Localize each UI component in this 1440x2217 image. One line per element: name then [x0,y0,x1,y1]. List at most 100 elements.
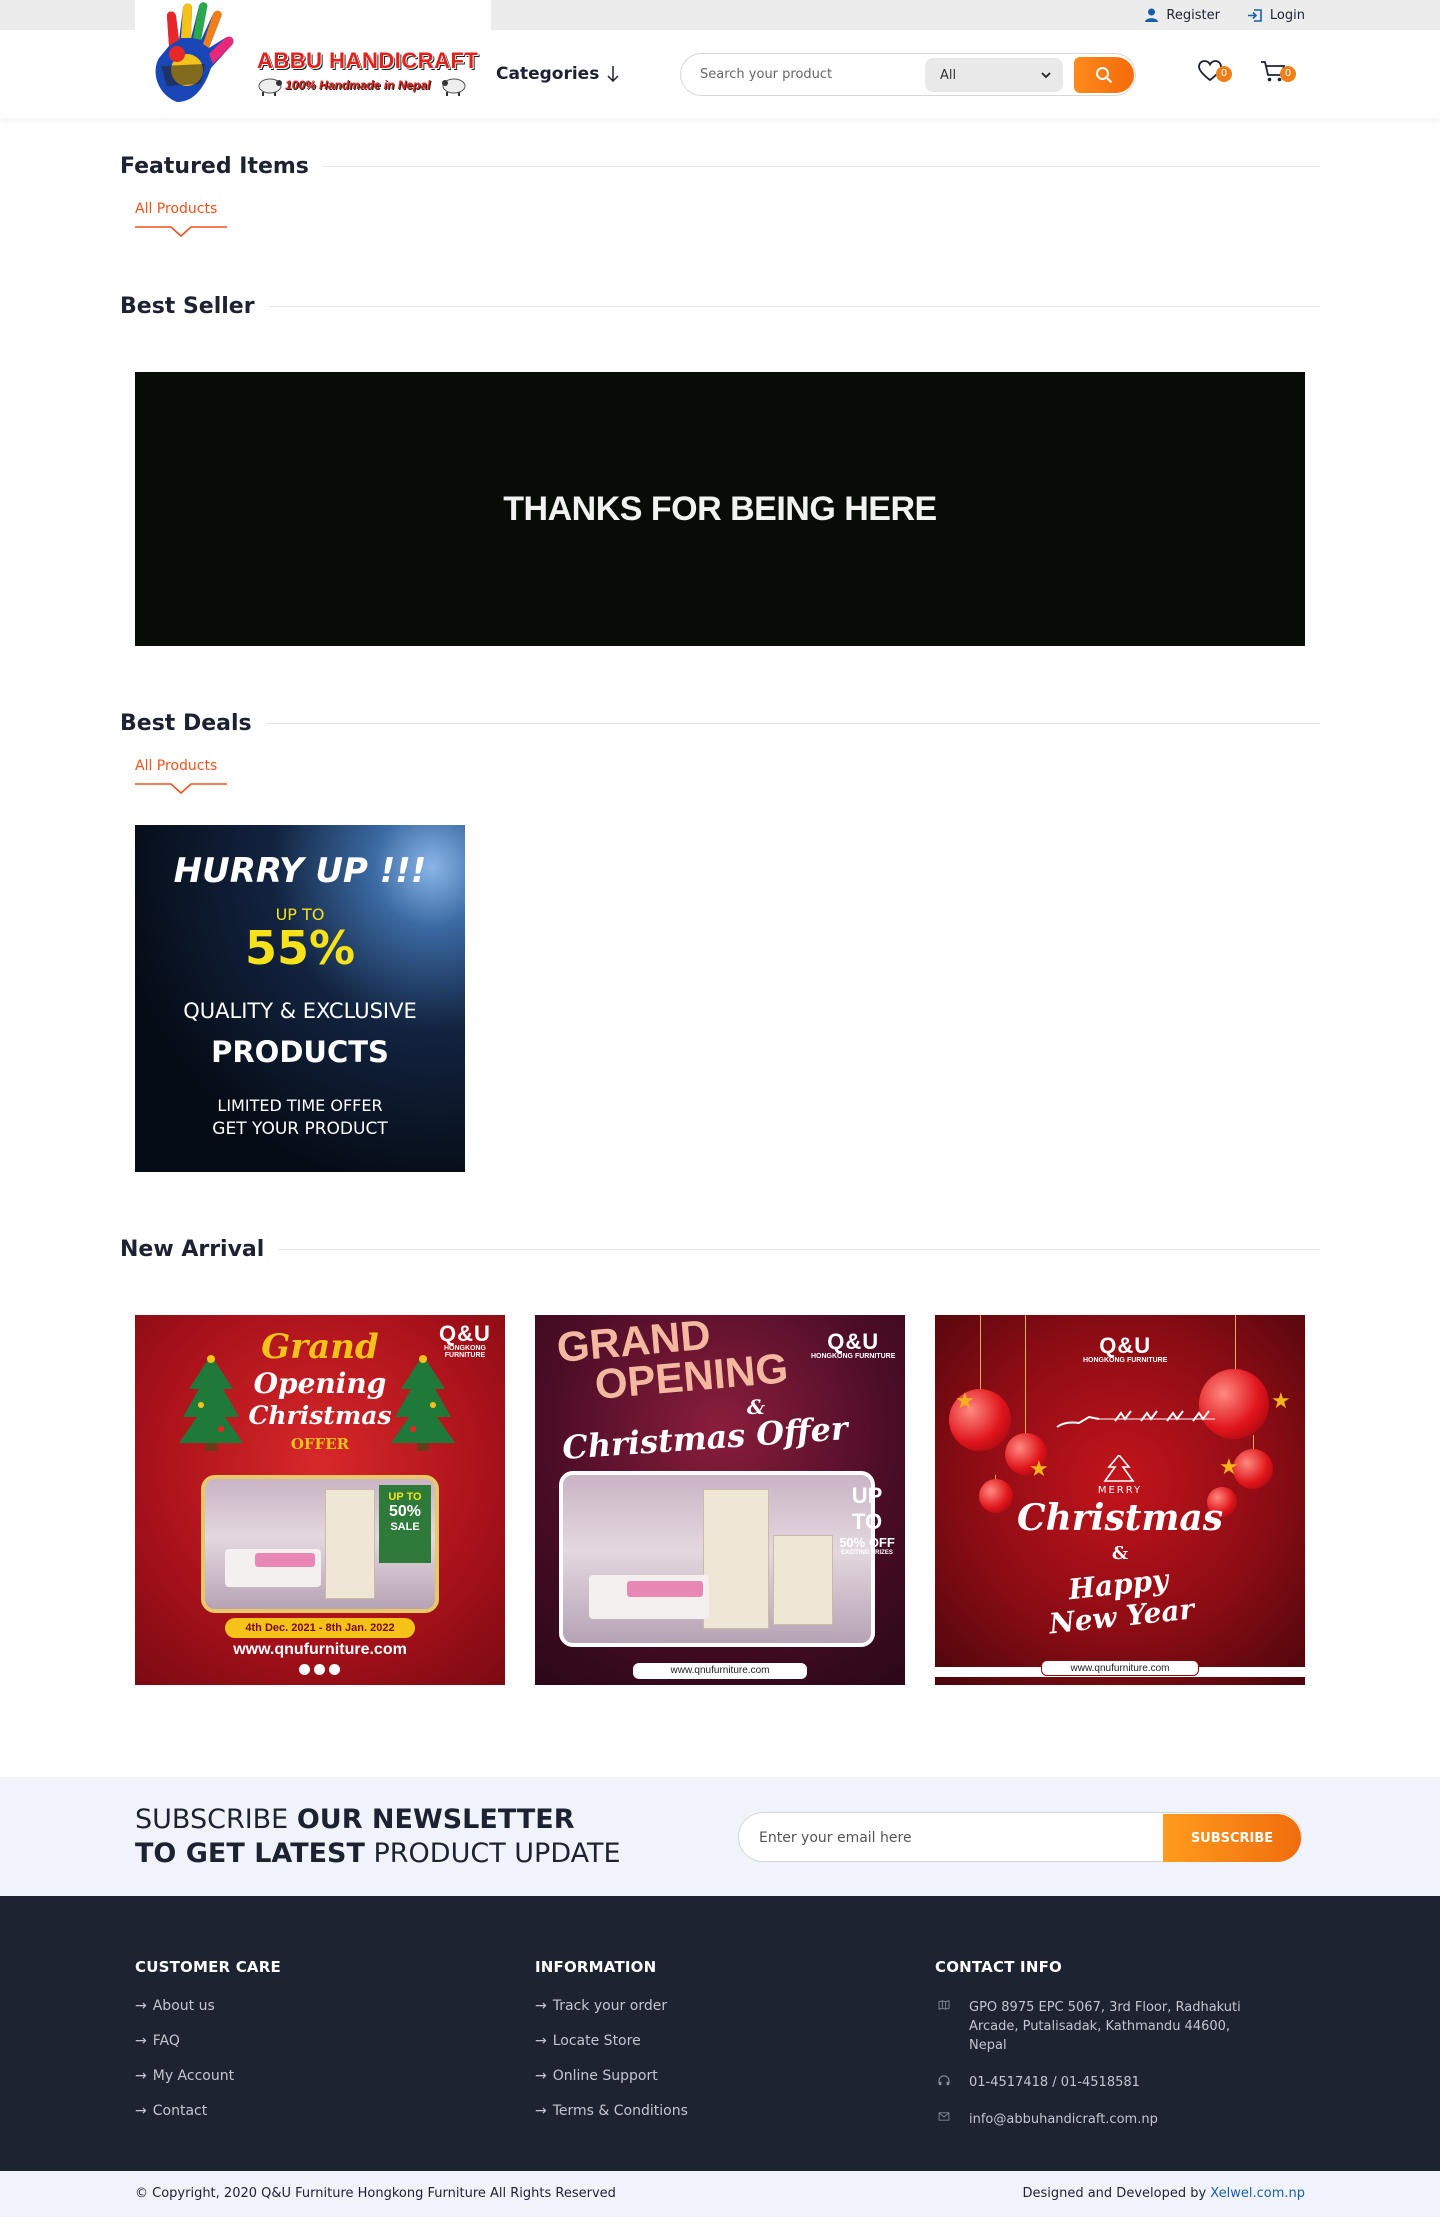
footer-customer-care: CUSTOMER CARE → About us → FAQ → My Account… [135,1958,281,2138]
category-select[interactable]: All [925,58,1063,92]
contact-phone[interactable]: 01-4517418 / 01-4518581 [935,2073,1265,2092]
website-url: www.qnufurniture.com [1041,1660,1199,1676]
star-icon: ★ [1271,1389,1291,1414]
footer-link-online-support[interactable]: → Online Support [535,2068,688,2103]
search-icon [1096,67,1113,84]
deal-line: HURRY UP !!! [173,851,427,891]
twitter-icon [329,1664,340,1675]
deal-line: LIMITED TIME OFFER [217,1096,383,1115]
headline-text: MERRY [1097,1485,1143,1496]
user-icon [1145,8,1159,22]
wishlist-count-badge: 0 [1216,66,1232,82]
christmas-tree-icon [179,1355,243,1451]
category-select-value: All [940,67,957,83]
divider [268,306,1320,307]
contact-address: GPO 8975 EPC 5067, 3rd Floor, Radhakuti … [935,1998,1265,2055]
account-links: Register Login [1145,0,1305,30]
product-card[interactable]: Q&U HONGKONG FURNITURE GRAND OPENING & C… [535,1315,905,1685]
newsletter-email-input[interactable] [759,1823,1139,1853]
categories-menu[interactable]: Categories [496,30,619,118]
arrow-right-icon: → [135,2068,147,2084]
date-range: 4th Dec. 2021 - 8th Jan. 2022 [225,1618,415,1638]
logo-tagline: 100% Handmade in Nepal [285,78,431,92]
register-label: Register [1166,7,1220,23]
deal-discount: 55% [244,921,356,975]
deal-line: QUALITY & EXCLUSIVE [183,999,417,1023]
tab-all-products[interactable]: All Products [135,758,217,774]
contact-email[interactable]: info@abbuhandicraft.com.np [935,2110,1265,2129]
headline-text: Opening [253,1367,387,1400]
featured-items-heading: Featured Items [120,154,1320,179]
new-arrival-heading: New Arrival [120,1237,1320,1262]
arrow-right-icon: → [535,2103,547,2119]
hand-logo-icon [155,2,234,103]
footer-information: INFORMATION → Track your order → Locate St… [535,1958,688,2138]
sheep-icon [258,78,282,96]
map-icon [938,2000,950,2010]
categories-label: Categories [496,64,600,84]
arrow-down-icon [607,66,619,82]
website-url: www.qnufurniture.com [633,1663,807,1679]
section-title: New Arrival [120,1237,265,1262]
search-button[interactable] [1074,57,1134,93]
cart-count-badge: 0 [1280,66,1296,82]
wishlist-button[interactable]: 0 [1198,60,1232,82]
footer-contact: CONTACT INFO GPO 8975 EPC 5067, 3rd Floo… [935,1958,1265,2147]
developer-link[interactable]: Xelwel.com.np [1210,2186,1305,2201]
newsletter-section: SUBSCRIBE OUR NEWSLETTER TO GET LATEST P… [0,1777,1440,1896]
star-icon: ★ [1029,1457,1049,1482]
site-logo[interactable]: ABBU HANDICRAFT 100% Handmade in Nepal [135,0,491,118]
headline-text: Christmas [248,1401,392,1430]
arrow-right-icon: → [535,1998,547,2014]
footer-link-track-order[interactable]: → Track your order [535,1998,688,2033]
best-seller-banner[interactable]: THANKS FOR BEING HERE [135,372,1305,646]
arrow-right-icon: → [135,1998,147,2014]
register-link[interactable]: Register [1145,8,1220,23]
ornament-icon [1233,1449,1273,1489]
headphones-icon [938,2075,950,2086]
footer-heading: INFORMATION [535,1958,657,1976]
headline-text: Christmas [1016,1497,1224,1539]
cart-button[interactable]: 0 [1260,60,1296,82]
arrow-right-icon: → [135,2103,147,2119]
footer-heading: CONTACT INFO [935,1958,1062,1976]
sleigh-icon [1055,1407,1225,1433]
star-icon: ★ [955,1389,975,1414]
footer-link-about[interactable]: → About us [135,1998,281,2033]
footer-link-locate-store[interactable]: → Locate Store [535,2033,688,2068]
instagram-icon [314,1664,325,1675]
search-input[interactable] [683,56,903,93]
copyright-bar: © Copyright, 2020 Q&U Furniture Hongkong… [0,2171,1440,2217]
envelope-icon [938,2112,950,2121]
divider [322,166,1320,167]
best-seller-heading: Best Seller [120,294,1320,319]
login-label: Login [1269,7,1305,23]
deal-line: GET YOUR PRODUCT [212,1119,388,1139]
footer-link-account[interactable]: → My Account [135,2068,281,2103]
arrow-right-icon: → [135,2033,147,2049]
tab-all-products[interactable]: All Products [135,201,217,217]
headline-text: & [1111,1543,1129,1564]
deal-card[interactable]: HURRY UP !!! UP TO 55% QUALITY & EXCLUSI… [135,825,465,1172]
banner-text: THANKS FOR BEING HERE [503,489,937,528]
divider [278,1249,1320,1250]
footer-link-terms[interactable]: → Terms & Conditions [535,2103,688,2138]
divider [265,723,1320,724]
copyright-text: © Copyright, 2020 Q&U Furniture Hongkong… [135,2186,616,2201]
headline-text: Christmas Offer [561,1409,849,1467]
product-card[interactable]: Q&U HONGKONG FURNITURE Grand Opening Chr… [135,1315,505,1685]
best-deals-heading: Best Deals [120,711,1320,736]
footer-heading: CUSTOMER CARE [135,1958,281,1976]
footer-link-faq[interactable]: → FAQ [135,2033,281,2068]
footer-link-contact[interactable]: → Contact [135,2103,281,2138]
login-icon [1247,8,1262,22]
product-card[interactable]: Q&U HONGKONG FURNITURE ★ ★ ★ ★ MERRY Chr… [935,1315,1305,1685]
section-title: Best Seller [120,294,255,319]
subscribe-button[interactable]: SUBSCRIBE [1163,1814,1301,1862]
facebook-icon [299,1664,310,1675]
arrow-right-icon: → [535,2068,547,2084]
website-url: www.qnufurniture.com [233,1641,407,1658]
brand-logo: Q&U HONGKONG FURNITURE [811,1329,896,1360]
login-link[interactable]: Login [1247,7,1305,23]
headline-text: Happy New Year [1047,1562,1196,1641]
